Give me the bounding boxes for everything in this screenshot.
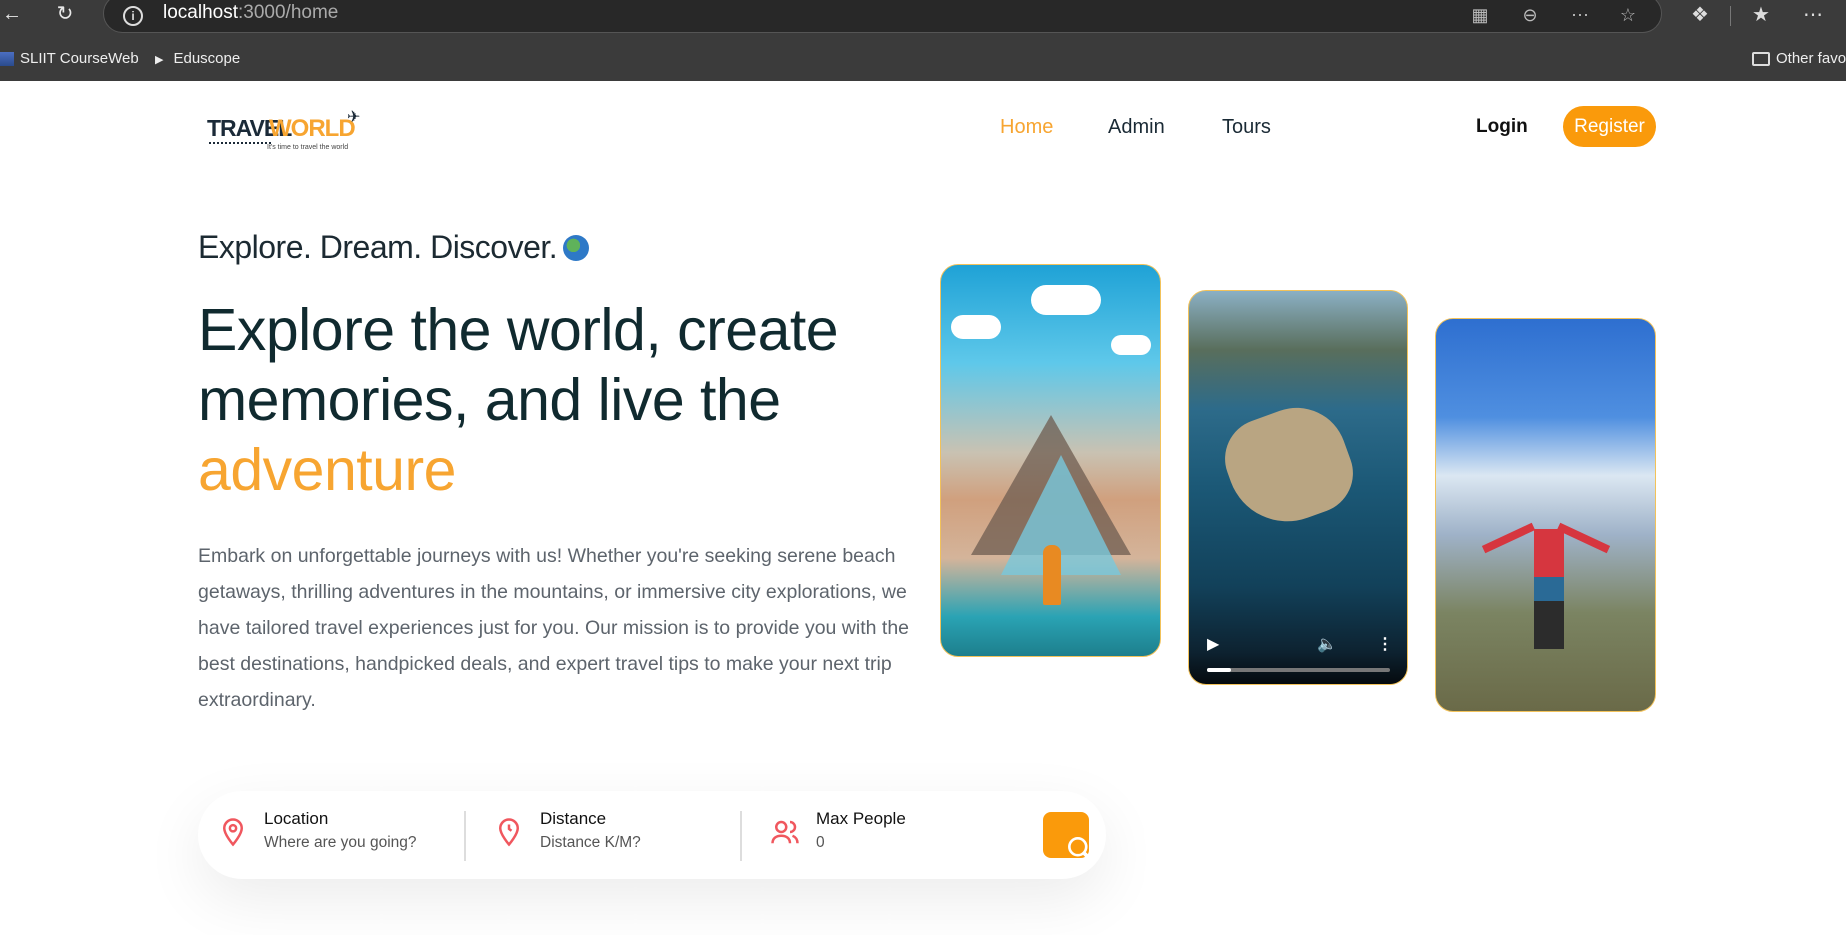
video-controls: ▶ 🔈 ⋮ [1189, 614, 1407, 684]
refresh-icon[interactable]: ↻ [53, 2, 77, 26]
traveler-arm-right [1556, 522, 1611, 554]
search-button[interactable] [1043, 812, 1093, 862]
nav-home[interactable]: Home [1000, 116, 1053, 139]
url-text: localhost:3000/home [163, 2, 339, 23]
login-button[interactable]: Login [1476, 116, 1528, 138]
distance-label: Distance [540, 809, 607, 828]
globe-icon [563, 235, 590, 261]
nav-tours[interactable]: Tours [1222, 116, 1271, 139]
extensions-icon[interactable]: ❖ [1687, 2, 1713, 28]
max-people-field[interactable]: Max People 0 [770, 809, 970, 861]
more-tools-icon[interactable]: ⋯ [1569, 4, 1591, 26]
pyramid-glass-shape [1001, 455, 1121, 575]
bookmark-other-favorites[interactable]: Other favo [1752, 47, 1846, 71]
video-progress-bar[interactable] [1207, 668, 1390, 672]
logo-dotted-path [209, 142, 271, 144]
clock-pin-icon [498, 818, 520, 847]
airplane-icon: ✈ [347, 109, 361, 126]
hero-video-fortress[interactable]: ▶ 🔈 ⋮ [1188, 290, 1408, 685]
distance-placeholder: Distance K/M? [540, 834, 641, 851]
fortress-island [1213, 393, 1365, 539]
traveler-figure [1534, 529, 1564, 649]
browser-chrome: ← ↻ i localhost:3000/home ▦ ⊖ ⋯ ☆ ❖ ★ ⋯ … [0, 0, 1846, 81]
group-icon [771, 820, 799, 844]
hero-subtitle: Explore. Dream. Discover. [198, 229, 590, 266]
video-more-icon[interactable]: ⋮ [1377, 634, 1393, 654]
register-button[interactable]: Register [1563, 106, 1656, 147]
location-label: Location [264, 809, 329, 828]
logo-tagline: It's time to travel the world [267, 144, 349, 151]
hero-headline: Explore the world, create memories, and … [198, 297, 839, 503]
search-divider [740, 811, 742, 861]
favorites-icon[interactable]: ★ [1748, 2, 1774, 28]
toolbar-separator [1730, 6, 1731, 26]
traveler-arm-left [1481, 522, 1536, 554]
cloud [951, 315, 1001, 339]
zoom-out-icon[interactable]: ⊖ [1519, 4, 1541, 26]
site-info-icon[interactable]: i [123, 6, 143, 26]
search-icon [1068, 837, 1093, 862]
max-people-label: Max People [816, 809, 906, 828]
headline-highlight: adventure [198, 437, 456, 503]
bookmark-favicon-icon [0, 52, 14, 67]
address-bar[interactable]: i localhost:3000/home ▦ ⊖ ⋯ ☆ [103, 0, 1662, 33]
nav-admin[interactable]: Admin [1108, 116, 1165, 139]
max-people-value: 0 [816, 834, 825, 851]
bookmark-eduscope[interactable]: ▶ Eduscope [155, 47, 240, 72]
site-logo[interactable]: TRAVEL WORLD ✈ It's time to travel the w… [205, 107, 365, 151]
hero-description: Embark on unforgettable journeys with us… [198, 545, 910, 711]
favorite-star-icon[interactable]: ☆ [1617, 4, 1639, 26]
video-progress-fill [1207, 668, 1231, 672]
location-pin-icon [222, 818, 244, 847]
back-icon[interactable]: ← [0, 2, 24, 26]
play-triangle-icon: ▶ [155, 54, 164, 66]
app-available-icon[interactable]: ▦ [1469, 4, 1491, 26]
cloud [1031, 285, 1101, 315]
search-divider [464, 811, 466, 861]
logo-text-world: WORLD [269, 115, 356, 142]
cloud [1111, 335, 1151, 355]
folder-icon [1752, 52, 1770, 67]
volume-icon[interactable]: 🔈 [1317, 634, 1337, 654]
traveler-figure [1043, 545, 1061, 605]
play-icon[interactable]: ▶ [1207, 634, 1219, 654]
tour-search-bar: Location Where are you going? Distance D… [198, 791, 1106, 879]
hero-image-louvre [940, 264, 1161, 657]
bookmark-sliit[interactable]: SLIIT CourseWeb [0, 47, 139, 71]
location-field[interactable]: Location Where are you going? [218, 809, 418, 861]
settings-more-icon[interactable]: ⋯ [1800, 2, 1826, 28]
hero-image-mountain [1435, 318, 1656, 712]
distance-field[interactable]: Distance Distance K/M? [494, 809, 694, 861]
web-page: TRAVEL WORLD ✈ It's time to travel the w… [0, 81, 1846, 935]
location-placeholder: Where are you going? [264, 834, 417, 851]
